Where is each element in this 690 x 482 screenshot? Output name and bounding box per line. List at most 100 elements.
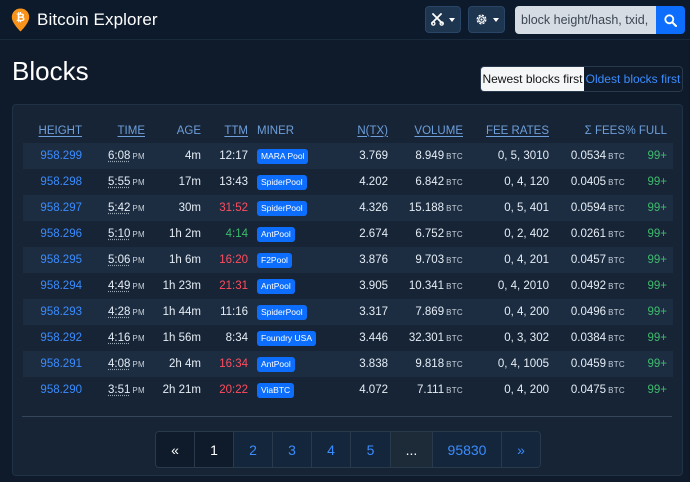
volume-value: 7.111 — [417, 384, 445, 396]
chevron-down-icon — [492, 17, 499, 22]
ttm-value: 4:14 — [225, 228, 248, 240]
block-time[interactable]: 6:08 — [108, 150, 130, 162]
block-time[interactable]: 5:55 — [108, 176, 130, 188]
cell-fee-rates: 0, 4, 201 — [463, 247, 549, 273]
block-time[interactable]: 4:28 — [108, 306, 130, 318]
brand-link[interactable]: ₿ Bitcoin Explorer — [11, 8, 158, 32]
cell-fee-rates: 0, 3, 302 — [463, 325, 549, 351]
cell-full: 99+ — [625, 325, 673, 351]
block-height-link[interactable]: 958.292 — [40, 332, 82, 344]
cell-miner: MARA Pool — [248, 143, 338, 169]
fees-value: 0.0384 — [570, 332, 607, 344]
cell-full: 99+ — [625, 377, 673, 403]
cell-ttm: 16:34 — [201, 351, 248, 377]
pagination-prev[interactable]: « — [156, 432, 195, 467]
pagination-page[interactable]: 4 — [312, 432, 351, 467]
miner-badge[interactable]: SpiderPool — [257, 200, 307, 216]
gear-icon — [476, 14, 486, 25]
block-height-link[interactable]: 958.296 — [40, 228, 82, 240]
pagination-page[interactable]: 5 — [351, 432, 391, 467]
block-time[interactable]: 3:51 — [108, 384, 130, 396]
cell-full: 99+ — [625, 273, 673, 299]
sort-newest-button[interactable]: Newest blocks first — [481, 67, 584, 91]
miner-badge[interactable]: SpiderPool — [257, 304, 307, 320]
cell-miner: SpiderPool — [248, 195, 338, 221]
table-row: 958.294 4:49 PM 1h 23m 21:31 AntPool 3.905 10.3… — [23, 273, 673, 299]
table-row: 958.297 5:42 PM 30m 31:52 SpiderPool 4.326 15.1… — [23, 195, 673, 221]
block-height-link[interactable]: 958.293 — [40, 306, 82, 318]
cell-ttm: 21:31 — [201, 273, 248, 299]
pagination-page-current[interactable]: 1 — [195, 432, 234, 467]
cell-fees: 0.0457 BTC — [549, 247, 625, 273]
cell-ntx: 3.317 — [338, 299, 388, 325]
time-ampm: PM — [132, 230, 145, 239]
block-height-link[interactable]: 958.297 — [40, 202, 82, 214]
cell-time: 4:16 PM — [82, 325, 145, 351]
column-header-full: % FULL — [625, 124, 667, 137]
ttm-value: 13:43 — [219, 176, 248, 188]
unit-btc: BTC — [608, 256, 625, 265]
cell-ttm: 4:14 — [201, 221, 248, 247]
cell-fees: 0.0475 BTC — [549, 377, 625, 403]
unit-btc: BTC — [446, 334, 463, 343]
block-height-link[interactable]: 958.299 — [40, 150, 82, 162]
column-header-time[interactable]: TIME — [82, 118, 145, 143]
miner-badge[interactable]: Foundry USA — [257, 330, 317, 346]
cell-age: 2h 4m — [145, 351, 201, 377]
cell-time: 5:55 PM — [82, 169, 145, 195]
block-height-link[interactable]: 958.298 — [40, 176, 82, 188]
miner-badge[interactable]: ViaBTC — [257, 382, 295, 398]
fees-value: 0.0496 — [570, 306, 607, 318]
miner-badge[interactable]: AntPool — [257, 356, 295, 372]
app-title: Bitcoin Explorer — [37, 10, 158, 29]
block-time[interactable]: 4:16 — [108, 332, 130, 344]
miner-badge[interactable]: SpiderPool — [257, 174, 307, 190]
volume-value: 7.869 — [415, 306, 445, 318]
column-header-fee-rates[interactable]: FEE RATES — [463, 118, 549, 143]
miner-badge[interactable]: AntPool — [257, 278, 295, 294]
miner-badge[interactable]: MARA Pool — [257, 148, 309, 164]
volume-value: 32.301 — [408, 332, 445, 344]
cell-ntx: 3.838 — [338, 351, 388, 377]
tools-icon — [431, 13, 444, 26]
search-input[interactable] — [515, 6, 656, 34]
block-height-link[interactable]: 958.294 — [40, 280, 82, 292]
search-button[interactable] — [656, 6, 685, 34]
column-header-height[interactable]: HEIGHT — [23, 118, 82, 143]
table-header-row: HEIGHT TIME AGE TTM MINER N(TX) VOLUME F… — [23, 118, 673, 143]
block-height-link[interactable]: 958.291 — [40, 358, 82, 370]
cell-age: 1h 56m — [145, 325, 201, 351]
block-time[interactable]: 5:42 — [108, 202, 130, 214]
column-header-volume[interactable]: VOLUME — [388, 118, 463, 143]
block-time[interactable]: 4:49 — [108, 280, 130, 292]
cell-ntx: 3.769 — [338, 143, 388, 169]
pagination-page-last[interactable]: 95830 — [433, 432, 502, 467]
volume-value: 6.752 — [415, 228, 445, 240]
block-time[interactable]: 5:06 — [108, 254, 130, 266]
sort-oldest-button[interactable]: Oldest blocks first — [583, 67, 682, 91]
tools-dropdown-button[interactable] — [425, 6, 461, 33]
divider — [22, 416, 672, 417]
cell-age: 30m — [145, 195, 201, 221]
pagination-page[interactable]: 3 — [273, 432, 312, 467]
cell-miner: ViaBTC — [248, 377, 338, 403]
cell-age: 2h 21m — [145, 377, 201, 403]
pagination-next[interactable]: » — [502, 432, 540, 467]
block-time[interactable]: 5:10 — [108, 228, 130, 240]
miner-badge[interactable]: F2Pool — [257, 252, 292, 268]
block-height-link[interactable]: 958.295 — [40, 254, 82, 266]
cell-volume: 6.752 BTC — [388, 221, 463, 247]
table-row: 958.293 4:28 PM 1h 44m 11:16 SpiderPool 3.317 7… — [23, 299, 673, 325]
miner-badge[interactable]: AntPool — [257, 226, 295, 242]
block-height-link[interactable]: 958.290 — [40, 384, 82, 396]
column-header-ttm[interactable]: TTM — [201, 118, 248, 143]
pagination-page[interactable]: 2 — [234, 432, 273, 467]
cell-fee-rates: 0, 4, 120 — [463, 169, 549, 195]
settings-dropdown-button[interactable] — [468, 6, 505, 33]
pagination: « 1 2 3 4 5 ... 95830 » — [155, 431, 541, 468]
ttm-value: 31:52 — [219, 202, 248, 214]
column-header-ntx[interactable]: N(TX) — [338, 118, 388, 143]
block-time[interactable]: 4:08 — [108, 358, 130, 370]
full-value: 99+ — [647, 150, 667, 162]
cell-fees: 0.0594 BTC — [549, 195, 625, 221]
